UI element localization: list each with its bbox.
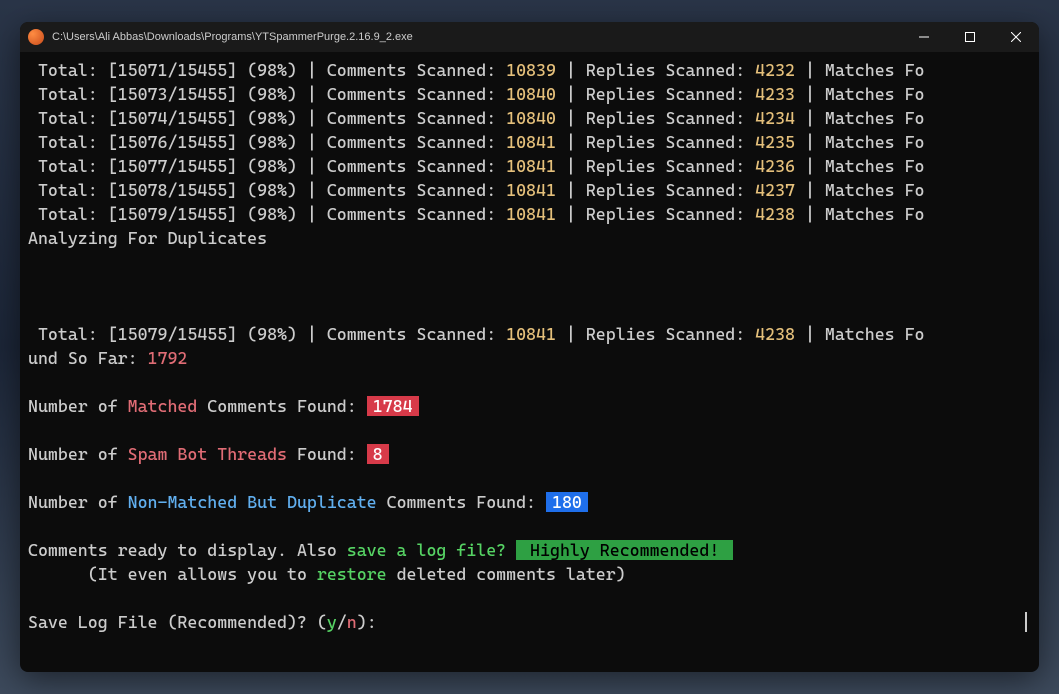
window-title: C:\Users\Ali Abbas\Downloads\Programs\YT… (52, 31, 901, 43)
close-button[interactable] (993, 22, 1039, 52)
maximize-button[interactable] (947, 22, 993, 52)
prompt-line-2: (It even allows you to restore deleted c… (28, 562, 1031, 586)
scan-line: Total: [15078/15455] (98%) | Comments Sc… (28, 178, 1031, 202)
summary-wrap: und So Far: 1792 (28, 346, 1031, 370)
save-prompt[interactable]: Save Log File (Recommended)? (y/n): (28, 610, 1031, 634)
cursor (1025, 612, 1027, 632)
spam-line: Number of Spam Bot Threads Found: 8 (28, 442, 1031, 466)
scan-line: Total: [15077/15455] (98%) | Comments Sc… (28, 154, 1031, 178)
titlebar[interactable]: C:\Users\Ali Abbas\Downloads\Programs\YT… (20, 22, 1039, 52)
minimize-button[interactable] (901, 22, 947, 52)
scan-line: Total: [15073/15455] (98%) | Comments Sc… (28, 82, 1031, 106)
window-controls (901, 22, 1039, 52)
scan-line: Total: [15079/15455] (98%) | Comments Sc… (28, 202, 1031, 226)
matched-line: Number of Matched Comments Found: 1784 (28, 394, 1031, 418)
app-icon (28, 29, 44, 45)
scan-line: Total: [15074/15455] (98%) | Comments Sc… (28, 106, 1031, 130)
console-window: C:\Users\Ali Abbas\Downloads\Programs\YT… (20, 22, 1039, 672)
scan-line: Total: [15071/15455] (98%) | Comments Sc… (28, 58, 1031, 82)
scan-line: Total: [15076/15455] (98%) | Comments Sc… (28, 130, 1031, 154)
prompt-line-1: Comments ready to display. Also save a l… (28, 538, 1031, 562)
nonmatched-line: Number of Non-Matched But Duplicate Comm… (28, 490, 1031, 514)
summary-line: Total: [15079/15455] (98%) | Comments Sc… (28, 322, 1031, 346)
analyzing-line: Analyzing For Duplicates (28, 226, 1031, 250)
terminal-output[interactable]: Total: [15071/15455] (98%) | Comments Sc… (20, 52, 1039, 672)
